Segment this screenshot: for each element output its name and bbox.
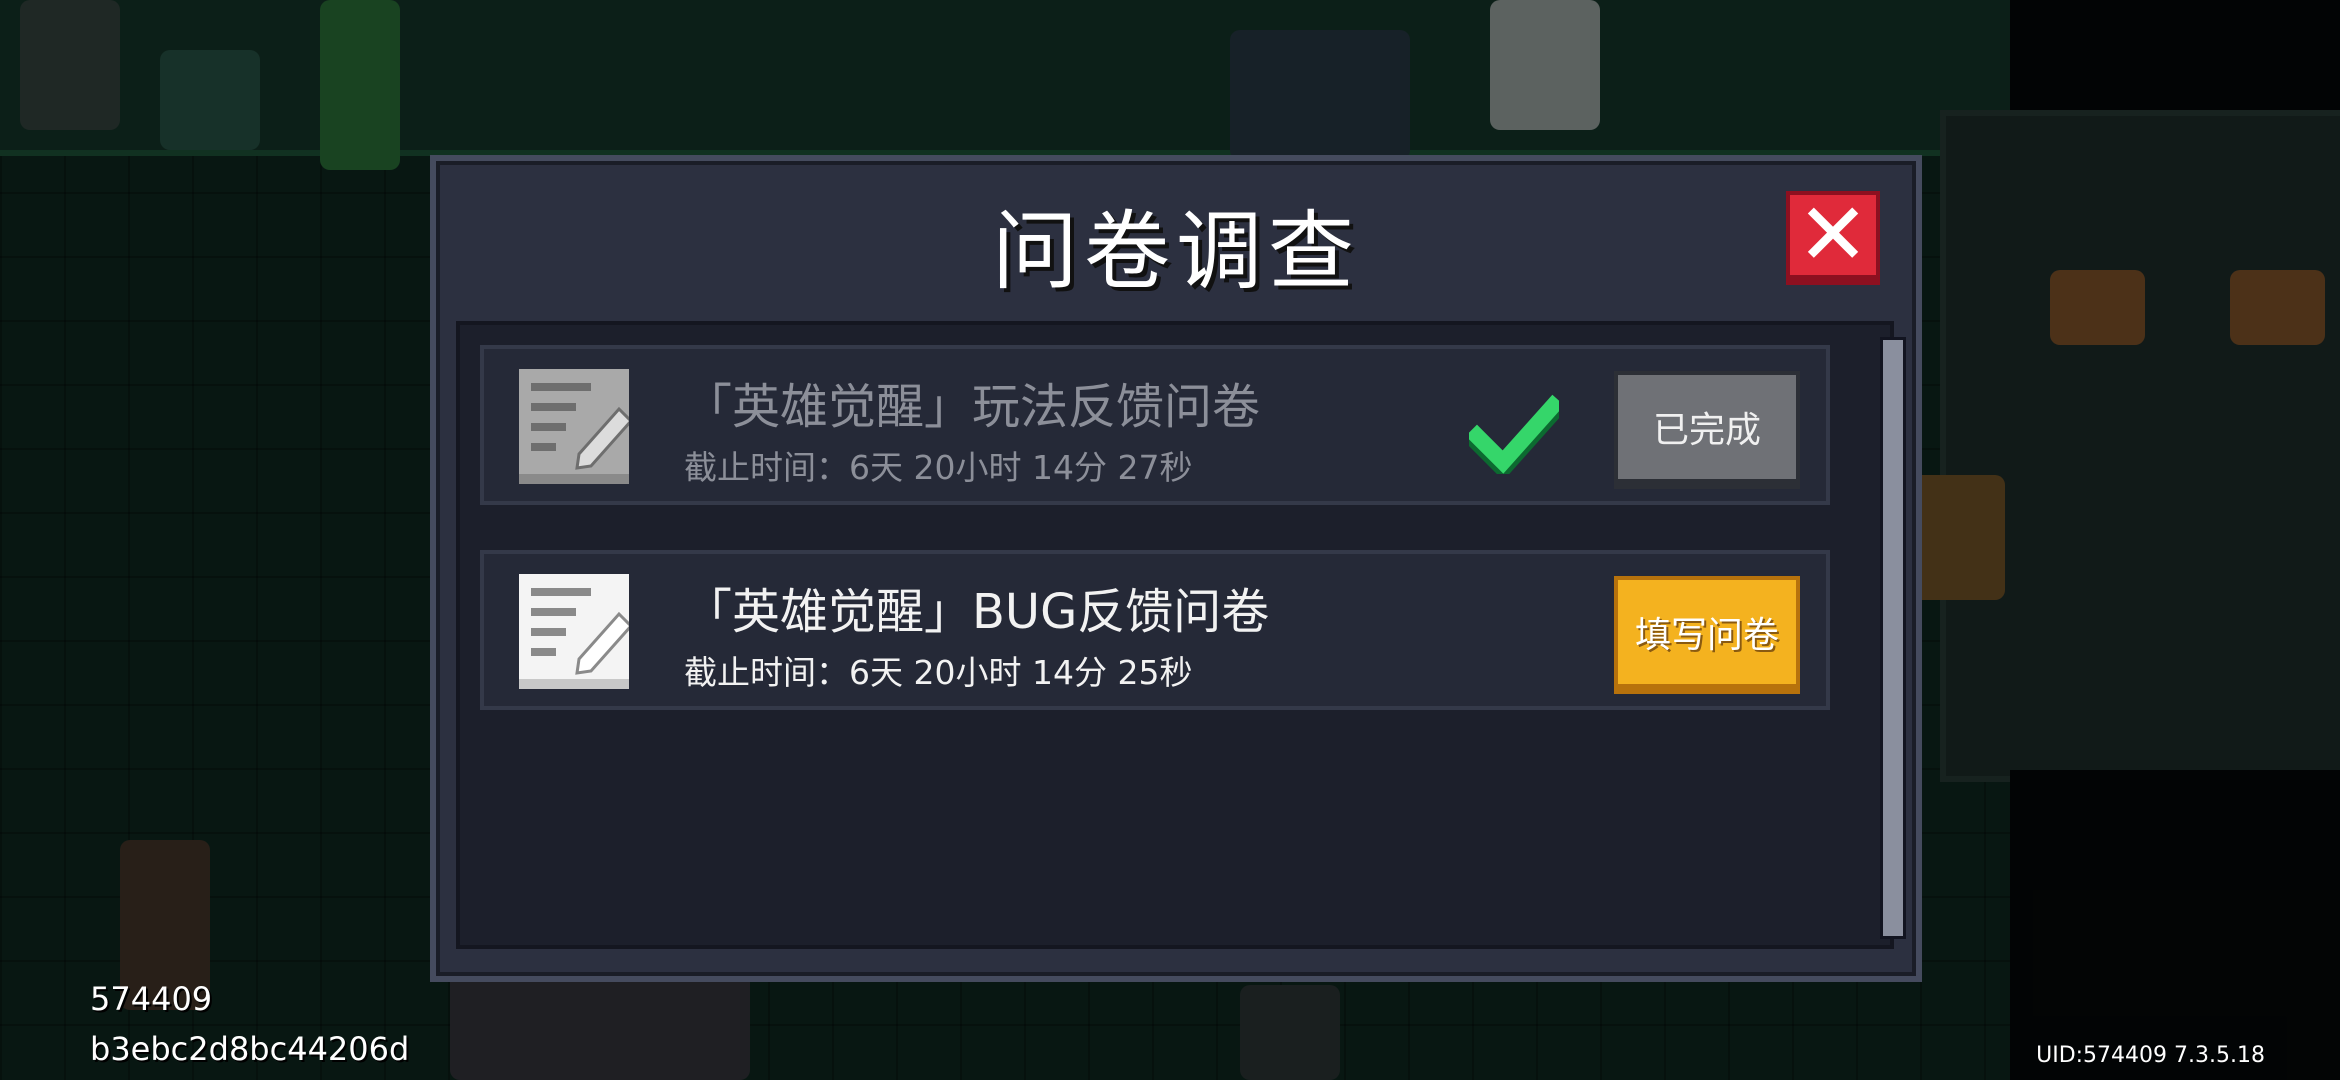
survey-document-icon (519, 369, 629, 484)
survey-deadline: 截止时间：6天 20小时 14分 25秒 (684, 653, 1193, 692)
survey-item: 「英雄觉醒」BUG反馈问卷 截止时间：6天 20小时 14分 25秒 填写问卷 (480, 550, 1830, 710)
survey-deadline: 截止时间：6天 20小时 14分 27秒 (684, 448, 1193, 487)
dialog-title: 问卷调查 (992, 202, 1360, 302)
player-id: 574409 (90, 980, 213, 1018)
scrollbar[interactable] (1880, 337, 1906, 939)
close-button[interactable]: ✕ (1786, 191, 1880, 285)
device-hash: b3ebc2d8bc44206d (90, 1030, 410, 1068)
close-icon: ✕ (1796, 185, 1870, 285)
completed-button[interactable]: 已完成 (1614, 371, 1800, 489)
survey-name: 「英雄觉醒」BUG反馈问卷 (684, 584, 1270, 640)
check-icon (1469, 394, 1559, 474)
survey-list[interactable]: 「英雄觉醒」玩法反馈问卷 截止时间：6天 20小时 14分 27秒 已完成 「英… (456, 321, 1906, 949)
survey-item: 「英雄觉醒」玩法反馈问卷 截止时间：6天 20小时 14分 27秒 已完成 (480, 345, 1830, 505)
fill-survey-button[interactable]: 填写问卷 (1614, 576, 1800, 694)
uid-version: UID:574409 7.3.5.18 (2036, 1043, 2265, 1068)
survey-dialog: 问卷调查 ✕ 「英雄觉醒」玩法反馈问卷 截止时间：6天 20小时 14分 27秒… (430, 155, 1922, 982)
scrollbar-thumb[interactable] (1883, 340, 1903, 936)
survey-document-icon (519, 574, 629, 689)
survey-name: 「英雄觉醒」玩法反馈问卷 (684, 379, 1261, 435)
